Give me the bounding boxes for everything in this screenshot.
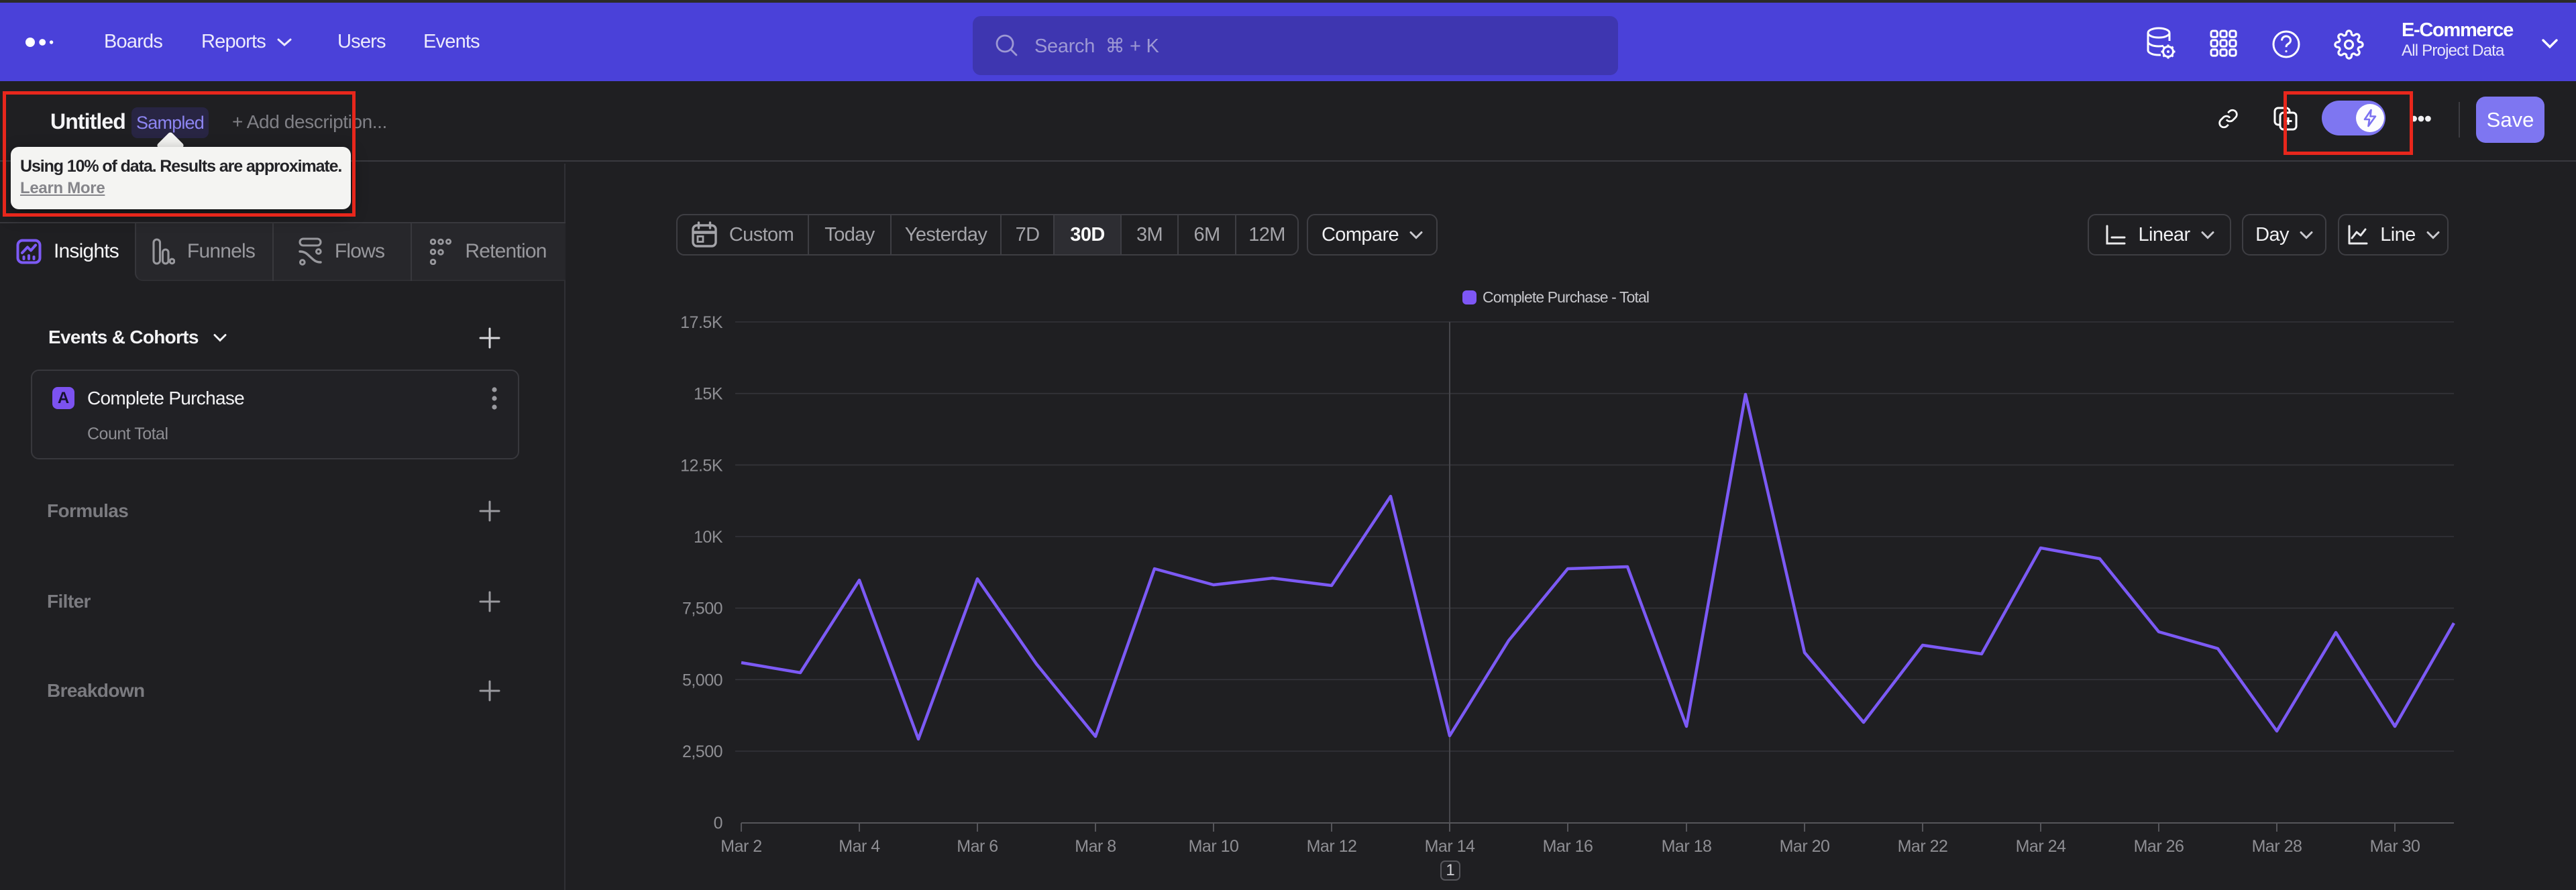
svg-text:15K: 15K [694,385,723,404]
svg-text:Mar 28: Mar 28 [2252,837,2302,856]
svg-text:Mar 14: Mar 14 [1425,837,1475,856]
svg-text:Mar 24: Mar 24 [2016,837,2066,856]
svg-text:Mar 30: Mar 30 [2370,837,2420,856]
svg-text:Mar 12: Mar 12 [1307,837,1357,856]
svg-text:Mar 10: Mar 10 [1189,837,1239,856]
svg-text:Mar 8: Mar 8 [1075,837,1116,856]
svg-text:12.5K: 12.5K [680,456,723,475]
svg-text:10K: 10K [694,528,723,547]
svg-text:Mar 26: Mar 26 [2134,837,2184,856]
svg-text:Mar 22: Mar 22 [1898,837,1948,856]
svg-text:2,500: 2,500 [682,742,722,761]
svg-text:Mar 18: Mar 18 [1662,837,1712,856]
svg-text:5,000: 5,000 [682,671,722,689]
svg-text:Mar 6: Mar 6 [957,837,998,856]
svg-text:7,500: 7,500 [682,600,722,618]
svg-text:Mar 20: Mar 20 [1780,837,1830,856]
svg-text:Mar 2: Mar 2 [720,837,761,856]
svg-text:Mar 16: Mar 16 [1543,837,1593,856]
svg-text:0: 0 [714,814,722,833]
svg-text:Mar 4: Mar 4 [839,837,880,856]
svg-text:17.5K: 17.5K [680,313,723,332]
